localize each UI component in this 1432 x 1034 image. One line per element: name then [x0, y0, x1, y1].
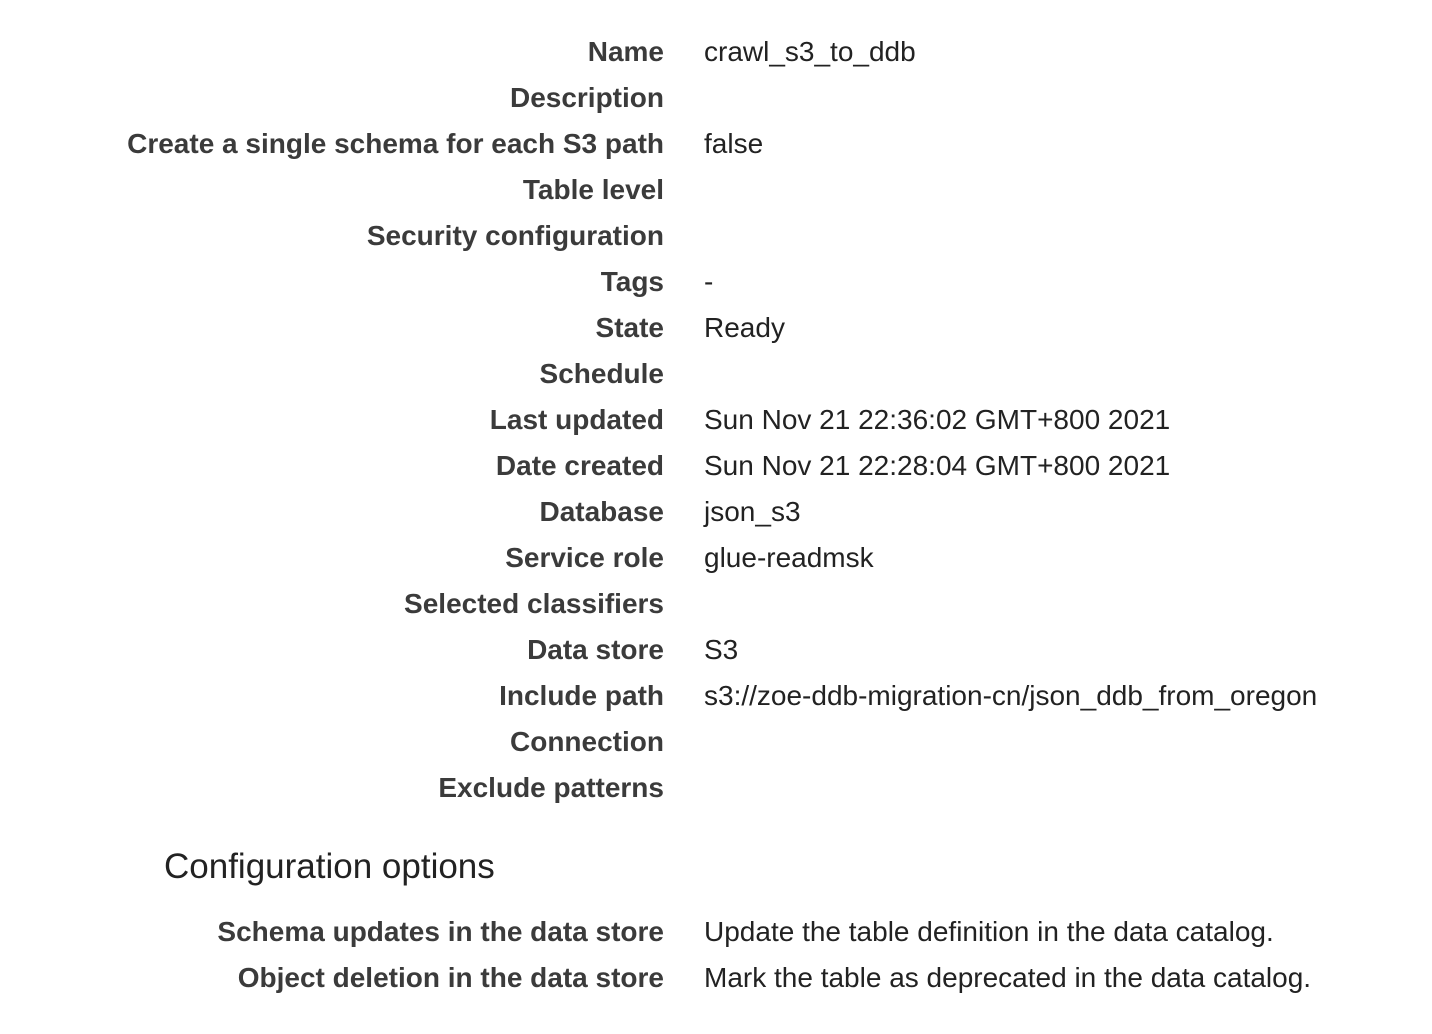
detail-label: Table level [522, 174, 664, 205]
detail-value: json_s3 [704, 496, 801, 527]
detail-row-data-store: Data store S3 [0, 627, 1432, 673]
detail-label: Name [587, 36, 664, 67]
detail-row-single-schema: Create a single schema for each S3 path … [0, 121, 1432, 167]
detail-label: Date created [495, 450, 664, 481]
detail-row-connection: Connection [0, 719, 1432, 765]
config-row-object-deletion: Object deletion in the data store Mark t… [0, 955, 1432, 1001]
detail-value: s3://zoe-ddb-migration-cn/json_ddb_from_… [704, 680, 1318, 711]
detail-value: Sun Nov 21 22:36:02 GMT+800 2021 [704, 404, 1171, 435]
detail-label: Create a single schema for each S3 path [127, 128, 664, 159]
detail-label: Connection [510, 726, 664, 757]
detail-label: Service role [505, 542, 664, 573]
detail-label: Data store [527, 634, 664, 665]
detail-value: glue-readmsk [704, 542, 874, 573]
configuration-options: Schema updates in the data store Update … [0, 909, 1432, 1001]
config-row-schema-updates: Schema updates in the data store Update … [0, 909, 1432, 955]
detail-label: Tags [600, 266, 664, 297]
configuration-options-heading: Configuration options [164, 847, 495, 886]
detail-label: Include path [499, 680, 664, 711]
detail-value: crawl_s3_to_ddb [704, 36, 916, 67]
detail-row-table-level: Table level [0, 167, 1432, 213]
detail-label: State [595, 312, 664, 343]
detail-value: Ready [704, 312, 785, 343]
detail-label: Exclude patterns [438, 772, 664, 803]
detail-row-service-role: Service role glue-readmsk [0, 535, 1432, 581]
detail-row-schedule: Schedule [0, 351, 1432, 397]
detail-value: false [704, 128, 764, 159]
detail-value: S3 [704, 634, 739, 665]
detail-label: Last updated [489, 404, 664, 435]
crawler-details: Name crawl_s3_to_ddb Description Create … [0, 29, 1432, 811]
detail-row-security-configuration: Security configuration [0, 213, 1432, 259]
detail-row-database: Database json_s3 [0, 489, 1432, 535]
detail-row-name: Name crawl_s3_to_ddb [0, 29, 1432, 75]
detail-row-include-path: Include path s3://zoe-ddb-migration-cn/j… [0, 673, 1432, 719]
detail-value: Sun Nov 21 22:28:04 GMT+800 2021 [704, 450, 1171, 481]
detail-label: Database [539, 496, 664, 527]
config-label: Schema updates in the data store [217, 916, 664, 947]
detail-value: - [704, 266, 714, 297]
config-value: Update the table definition in the data … [704, 916, 1274, 947]
config-label: Object deletion in the data store [237, 962, 664, 993]
detail-row-tags: Tags - [0, 259, 1432, 305]
detail-row-description: Description [0, 75, 1432, 121]
detail-row-last-updated: Last updated Sun Nov 21 22:36:02 GMT+800… [0, 397, 1432, 443]
detail-row-exclude-patterns: Exclude patterns [0, 765, 1432, 811]
detail-label: Selected classifiers [404, 588, 664, 619]
detail-label: Security configuration [366, 220, 664, 251]
detail-row-state: State Ready [0, 305, 1432, 351]
detail-row-selected-classifiers: Selected classifiers [0, 581, 1432, 627]
detail-label: Schedule [539, 358, 664, 389]
detail-row-date-created: Date created Sun Nov 21 22:28:04 GMT+800… [0, 443, 1432, 489]
config-value: Mark the table as deprecated in the data… [704, 962, 1312, 993]
detail-label: Description [509, 82, 664, 113]
